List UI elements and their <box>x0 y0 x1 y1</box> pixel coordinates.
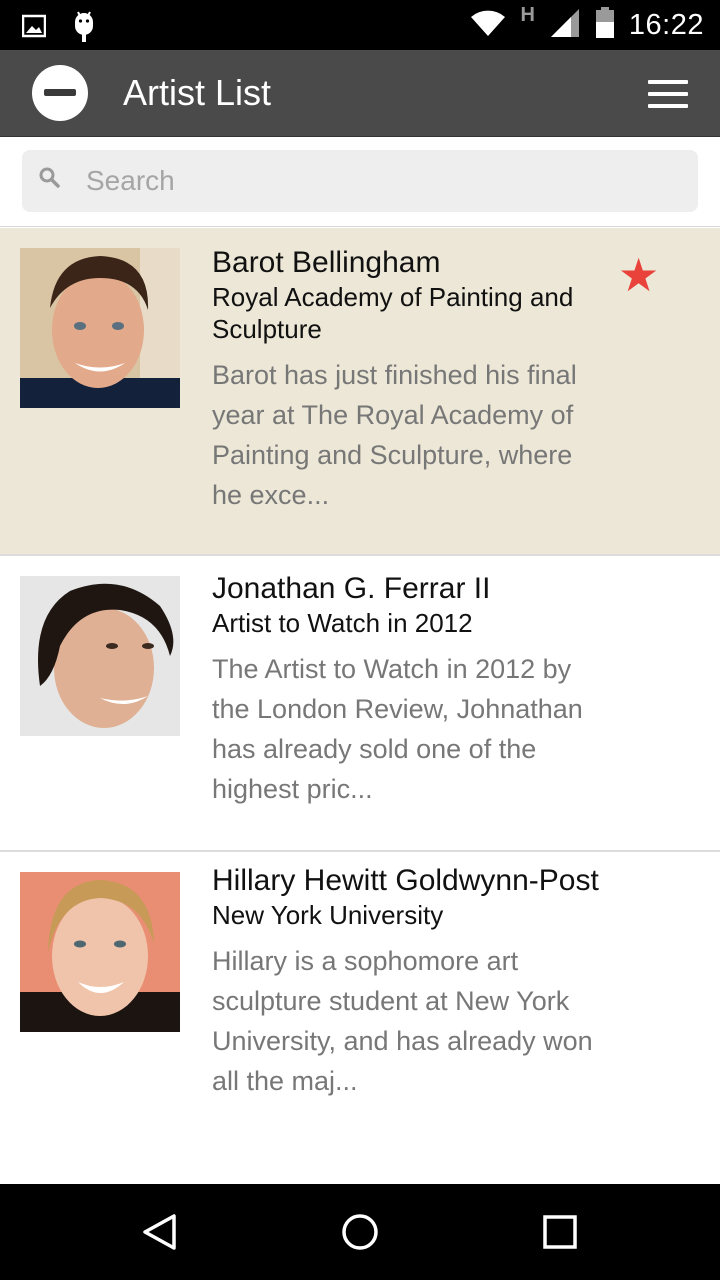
minus-circle-icon[interactable] <box>32 65 88 121</box>
artist-photo <box>20 576 180 736</box>
artist-description: The Artist to Watch in 2012 by the Londo… <box>212 654 583 804</box>
battery-icon <box>595 6 615 44</box>
network-type: H <box>520 3 535 26</box>
artist-school: New York University <box>212 900 444 930</box>
android-icon <box>72 10 96 47</box>
system-nav-bar <box>0 1184 720 1280</box>
artist-description: Hillary is a sophomore art sculpture stu… <box>212 946 593 1096</box>
search-box[interactable] <box>22 150 698 212</box>
list-item[interactable]: Barot Bellingham Royal Academy of Painti… <box>0 228 720 556</box>
artist-name: Hillary Hewitt Goldwynn-Post <box>212 864 599 897</box>
artist-info: Jonathan G. Ferrar II Artist to Watch in… <box>212 570 604 809</box>
clock: 16:22 <box>628 8 704 41</box>
app-bar: Artist List <box>0 50 720 137</box>
artist-photo <box>20 872 180 1032</box>
hamburger-menu-icon[interactable] <box>648 78 690 110</box>
home-icon[interactable] <box>340 1212 380 1252</box>
artist-photo <box>20 248 180 408</box>
favorite-star-icon[interactable]: ★ <box>618 252 659 298</box>
artist-description: Barot has just finished his final year a… <box>212 360 577 510</box>
search-icon <box>38 166 60 188</box>
artist-info: Barot Bellingham Royal Academy of Painti… <box>212 244 604 515</box>
list-item[interactable]: Hillary Hewitt Goldwynn-Post New York Un… <box>0 852 720 1184</box>
artist-school: Royal Academy of Painting and Sculpture <box>212 282 574 344</box>
back-icon[interactable] <box>140 1212 180 1252</box>
artist-name: Jonathan G. Ferrar II <box>212 572 491 605</box>
image-icon <box>21 14 47 43</box>
artist-name: Barot Bellingham <box>212 246 441 279</box>
page-title: Artist List <box>123 72 272 113</box>
search-bar <box>0 138 720 227</box>
signal-icon <box>549 8 581 43</box>
artist-info: Hillary Hewitt Goldwynn-Post New York Un… <box>212 862 604 1101</box>
status-bar: H 16:22 <box>0 0 720 50</box>
list-item[interactable]: Jonathan G. Ferrar II Artist to Watch in… <box>0 556 720 852</box>
search-input[interactable] <box>86 150 686 212</box>
recents-icon[interactable] <box>540 1212 580 1252</box>
wifi-icon <box>470 9 506 42</box>
artist-list: Barot Bellingham Royal Academy of Painti… <box>0 228 720 1184</box>
artist-school: Artist to Watch in 2012 <box>212 608 473 638</box>
